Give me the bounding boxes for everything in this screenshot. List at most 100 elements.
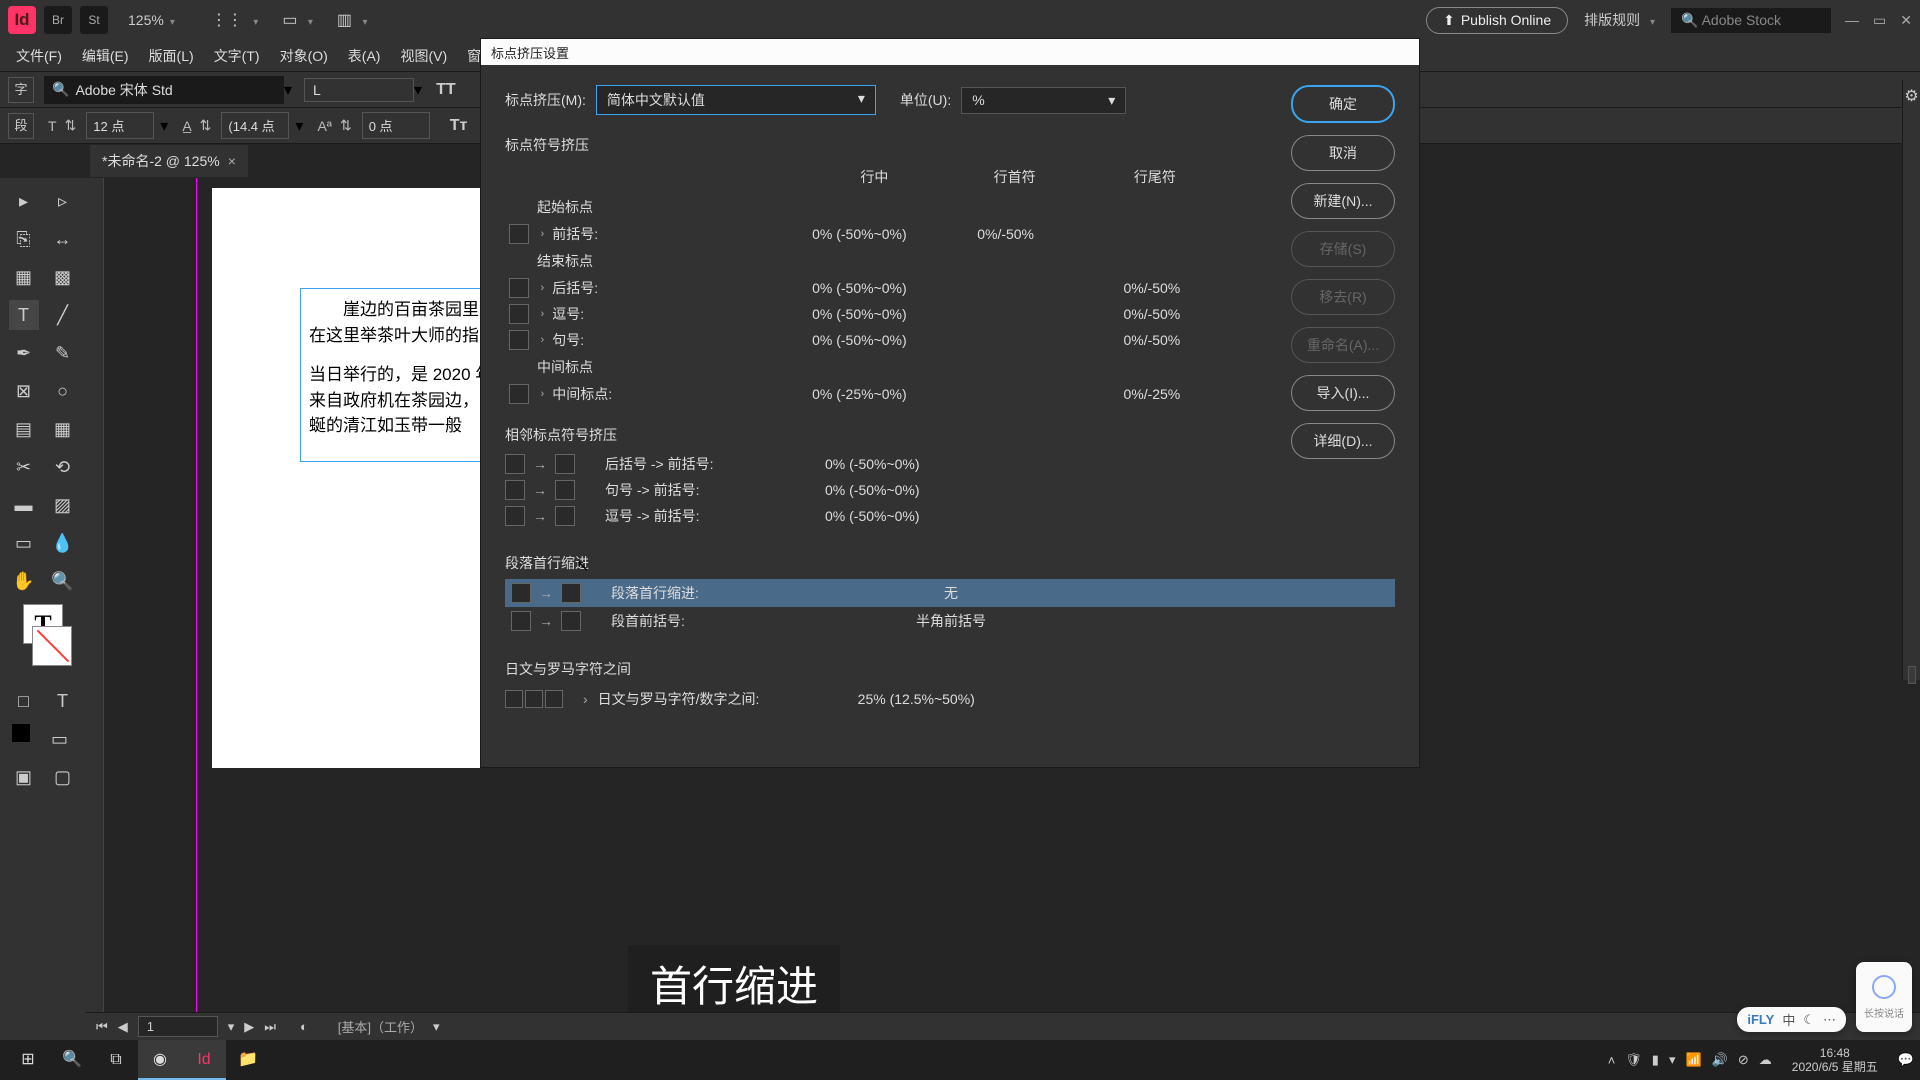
task-view-button[interactable]: ⧉ [94, 1040, 138, 1080]
expand-icon[interactable]: › [541, 282, 545, 294]
menu-file[interactable]: 文件(F) [6, 46, 72, 66]
preset-dropdown[interactable]: 简体中文默认值▾ [596, 85, 876, 115]
arrange-icon[interactable]: ▥ ▾ [337, 10, 368, 30]
taskbar-browser[interactable]: ◉ [138, 1040, 182, 1080]
font-size-input[interactable]: 12 点 [86, 112, 154, 139]
screen-mode-icon[interactable]: ▭ ▾ [282, 10, 313, 30]
rectangle-frame-tool[interactable]: ⊠ [9, 376, 39, 406]
ime-voice-widget[interactable]: 长按说话 [1856, 962, 1912, 1032]
expand-icon[interactable]: › [583, 691, 588, 707]
adj2-value[interactable]: 0% (-50%~0%) [825, 482, 1005, 498]
transform-tool[interactable]: ⟲ [48, 452, 78, 482]
microphone-icon[interactable] [1872, 975, 1896, 999]
row-para-indent[interactable]: → 段落首行缩进: 无 [505, 579, 1395, 607]
selection-tool[interactable]: ▸ [9, 186, 39, 216]
next-page-icon[interactable]: ▶ [244, 1019, 254, 1035]
collapsed-panel-handle[interactable] [1908, 666, 1916, 684]
stepper-icon[interactable]: ⇅ [340, 117, 352, 134]
tray-chevron-icon[interactable]: ˄ [1608, 1053, 1616, 1068]
mid-mid-value[interactable]: 0% (-25%~0%) [786, 386, 932, 402]
menu-view[interactable]: 视图(V) [390, 46, 457, 66]
content-placer-tool[interactable]: ▩ [48, 262, 78, 292]
close-last-value[interactable]: 0%/-50% [1079, 280, 1225, 296]
apply-none-icon[interactable]: ▭ [45, 724, 75, 754]
open-first-value[interactable]: 0%/-50% [932, 226, 1078, 242]
ime-toolbar[interactable]: iFLY 中 ☾ ⋯ [1737, 1007, 1846, 1032]
comma-mid-value[interactable]: 0% (-50%~0%) [786, 306, 932, 322]
last-page-icon[interactable]: ⏭ [264, 1019, 276, 1035]
type-tool[interactable]: T [9, 300, 39, 330]
adobe-stock-search[interactable]: 🔍 Adobe Stock [1671, 8, 1831, 33]
preflight-profile[interactable]: [基本]（工作） [338, 1017, 423, 1036]
all-caps-icon[interactable]: TT [436, 81, 456, 99]
layout-rules-menu[interactable]: 排版规则 ▾ [1584, 10, 1655, 30]
small-caps-icon[interactable]: Tᴛ [450, 117, 468, 135]
menu-object[interactable]: 对象(O) [270, 46, 338, 66]
scissors-tool[interactable]: ✂ [9, 452, 39, 482]
apply-color-icon[interactable] [12, 724, 30, 742]
ok-button[interactable]: 确定 [1291, 85, 1395, 123]
mid-last-value[interactable]: 0%/-25% [1079, 386, 1225, 402]
period-last-value[interactable]: 0%/-50% [1079, 332, 1225, 348]
cancel-button[interactable]: 取消 [1291, 135, 1395, 171]
close-mid-value[interactable]: 0% (-50%~0%) [786, 280, 932, 296]
zoom-level[interactable]: 125%▾ [128, 12, 175, 28]
content-collector-tool[interactable]: ▦ [9, 262, 39, 292]
direct-selection-tool[interactable]: ▹ [48, 186, 78, 216]
open-mid-value[interactable]: 0% (-50%~0%) [786, 226, 932, 242]
para-indent-value[interactable]: 无 [851, 583, 1051, 603]
close-tab-icon[interactable]: × [228, 153, 236, 169]
baseline-input[interactable]: 0 点 [362, 112, 430, 139]
close-button[interactable]: ✕ [1900, 12, 1912, 29]
period-mid-value[interactable]: 0% (-50%~0%) [786, 332, 932, 348]
preflight-icon[interactable]: ◐ [300, 1019, 308, 1034]
comma-last-value[interactable]: 0%/-50% [1079, 306, 1225, 322]
detail-button[interactable]: 详细(D)... [1291, 423, 1395, 459]
hand-tool[interactable]: ✋ [9, 566, 39, 596]
preview-icon[interactable]: ▢ [48, 762, 78, 792]
taskbar-indesign[interactable]: Id [182, 1040, 226, 1080]
taskbar-clock[interactable]: 16:48 2020/6/5 星期五 [1792, 1046, 1878, 1075]
gap-tool[interactable]: ↔ [48, 224, 78, 254]
view-options-icon[interactable]: ⋮⋮ ▾ [211, 10, 258, 30]
expand-icon[interactable]: › [541, 228, 545, 240]
jroman-value[interactable]: 25% (12.5%~50%) [858, 691, 1038, 707]
font-family-input[interactable]: 🔍 Adobe 宋体 Std [44, 76, 284, 104]
ime-more-icon[interactable]: ⋯ [1823, 1012, 1836, 1028]
gear-icon[interactable]: ⚙ [1903, 86, 1920, 106]
ime-moon-icon[interactable]: ☾ [1803, 1012, 1815, 1028]
pencil-tool[interactable]: ✎ [48, 338, 78, 368]
para-open-value[interactable]: 半角前括号 [851, 611, 1051, 631]
tray-sync-icon[interactable]: ☁ [1759, 1052, 1772, 1068]
unit-dropdown[interactable]: %▾ [961, 87, 1126, 114]
search-button[interactable]: 🔍 [50, 1040, 94, 1080]
tray-battery-icon[interactable]: ▮ [1652, 1052, 1659, 1068]
line-tool[interactable]: ╱ [48, 300, 78, 330]
stepper-icon[interactable]: ⇅ [200, 117, 212, 134]
prev-page-icon[interactable]: ◀ [118, 1019, 128, 1035]
font-weight-input[interactable]: L [304, 78, 414, 102]
tray-app-icon[interactable]: ⊘ [1738, 1052, 1749, 1068]
menu-type[interactable]: 文字(T) [204, 46, 270, 66]
tray-volume-icon[interactable]: 🔊 [1712, 1052, 1728, 1068]
tray-security-icon[interactable]: 🛡 [1625, 1052, 1642, 1068]
formatting-container-icon[interactable]: □ [9, 686, 39, 716]
gradient-feather-tool[interactable]: ▨ [48, 490, 78, 520]
paragraph-mode[interactable]: 段 [8, 113, 34, 139]
tray-network-icon[interactable]: ▾ [1669, 1052, 1676, 1068]
adj1-value[interactable]: 0% (-50%~0%) [825, 456, 1005, 472]
stepper-icon[interactable]: ⇅ [65, 117, 77, 134]
ime-lang[interactable]: 中 [1782, 1010, 1795, 1029]
stroke-swatch[interactable] [32, 626, 72, 666]
menu-table[interactable]: 表(A) [338, 46, 391, 66]
table-tool[interactable]: ▦ [48, 414, 78, 444]
taskbar-explorer[interactable]: 📁 [226, 1040, 270, 1080]
leading-input[interactable]: (14.4 点 [221, 112, 289, 139]
gradient-tool[interactable]: ▬ [9, 490, 39, 520]
start-button[interactable]: ⊞ [6, 1040, 50, 1080]
menu-layout[interactable]: 版面(L) [139, 46, 204, 66]
grid-tool[interactable]: ▤ [9, 414, 39, 444]
import-button[interactable]: 导入(I)... [1291, 375, 1395, 411]
tray-wifi-icon[interactable]: 📶 [1685, 1052, 1701, 1068]
character-mode[interactable]: 字 [8, 77, 34, 103]
